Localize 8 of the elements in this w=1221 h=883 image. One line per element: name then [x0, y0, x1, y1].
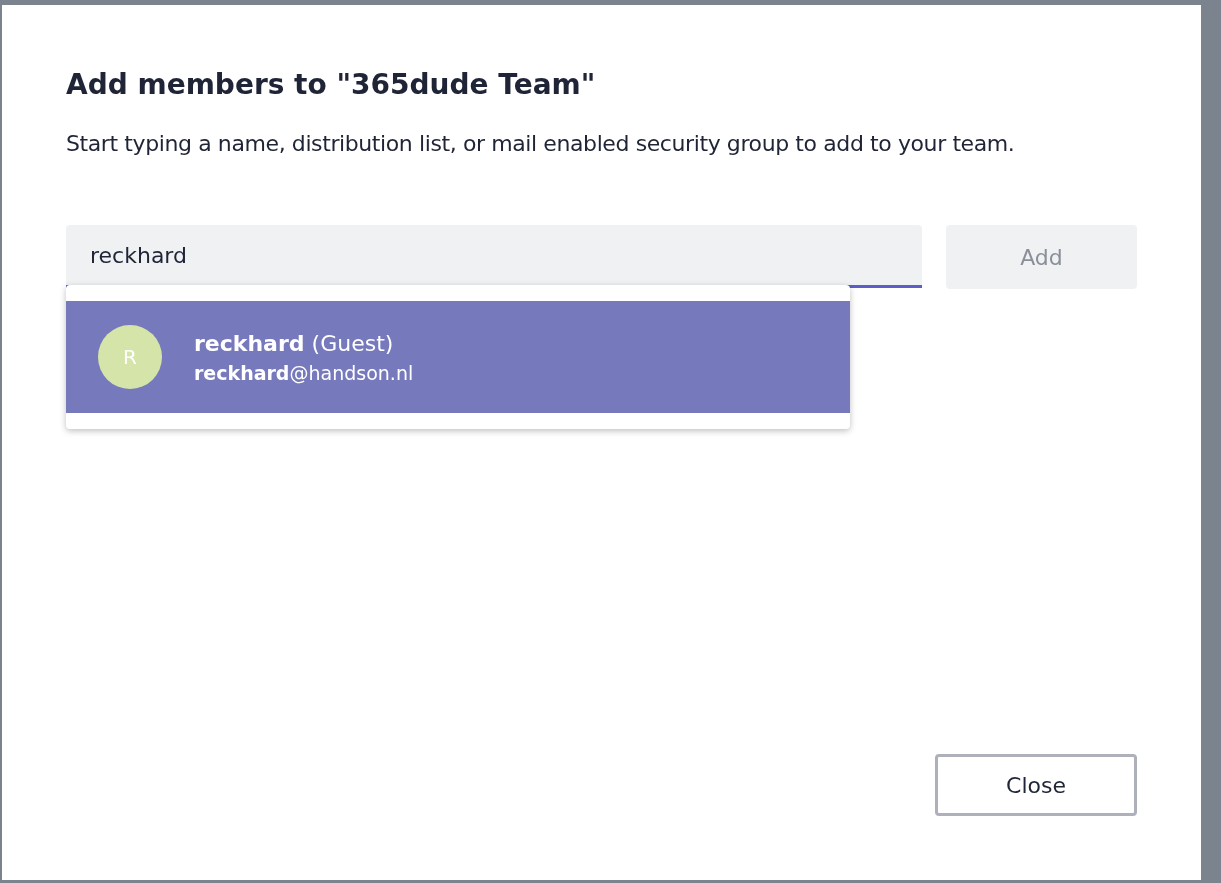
search-field[interactable]: reckhard: [66, 225, 922, 288]
dialog-description: Start typing a name, distribution list, or mail enabled security group to add to your team.: [66, 130, 1016, 158]
suggestion-name: reckhard (Guest): [194, 330, 395, 356]
dialog-title: Add members to "365dude Team": [66, 67, 597, 103]
avatar-initial: R: [98, 325, 162, 389]
suggestion-email: reckhard@handson.nl: [194, 361, 414, 384]
suggestion-item[interactable]: R reckhard (Guest) reckhard@handson.nl: [66, 301, 850, 413]
close-button[interactable]: Close: [935, 754, 1137, 816]
